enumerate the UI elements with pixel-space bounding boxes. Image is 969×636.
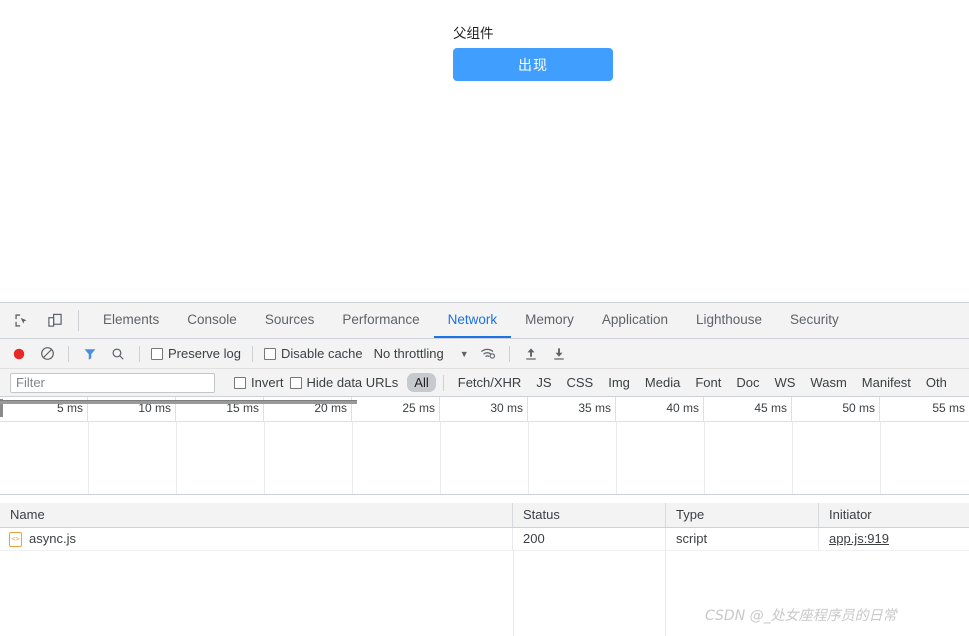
type-filter-all[interactable]: All [407, 373, 436, 392]
devtools-tool-icons [0, 303, 74, 338]
toolbar-separator [68, 345, 69, 362]
tab-lighthouse[interactable]: Lighthouse [682, 303, 776, 338]
devtools-tabs: Elements Console Sources Performance Net… [89, 303, 853, 338]
ruler-tick: 45 ms [704, 397, 792, 421]
chevron-down-icon: ▼ [459, 348, 469, 359]
type-filter-doc[interactable]: Doc [729, 373, 766, 392]
preserve-log-label: Preserve log [168, 346, 241, 361]
ruler-tick: 40 ms [616, 397, 704, 421]
ruler-tick-label: 30 ms [490, 401, 523, 415]
request-status: 200 [513, 528, 666, 550]
tab-console[interactable]: Console [173, 303, 251, 338]
ruler-tick: 55 ms [880, 397, 969, 421]
checkbox-box [151, 347, 163, 360]
throttling-value: No throttling [373, 346, 444, 361]
preserve-log-checkbox[interactable]: Preserve log [148, 346, 244, 361]
overview-gridlines [0, 421, 969, 494]
column-header-type[interactable]: Type [666, 503, 819, 527]
initiator-link[interactable]: app.js:919 [829, 531, 889, 546]
type-filter-font[interactable]: Font [688, 373, 728, 392]
toolbar-separator-3 [251, 345, 253, 362]
tab-sources[interactable]: Sources [251, 303, 329, 338]
ruler-tick-label: 35 ms [578, 401, 611, 415]
device-toolbar-icon[interactable] [42, 308, 68, 334]
script-file-icon: <> [9, 531, 22, 547]
network-overview[interactable]: 5 ms 10 ms 15 ms 20 ms 25 ms 30 ms 35 ms… [0, 397, 969, 495]
invert-checkbox[interactable]: Invert [231, 375, 287, 390]
clear-button[interactable] [34, 342, 60, 366]
ruler-tick-label: 55 ms [932, 401, 965, 415]
type-filter-manifest[interactable]: Manifest [855, 373, 918, 392]
ruler-tick: 35 ms [528, 397, 616, 421]
appear-button[interactable]: 出现 [453, 48, 613, 81]
request-initiator-cell: app.js:919 [819, 528, 969, 550]
filter-input[interactable] [10, 372, 215, 393]
devtools-tabstrip: Elements Console Sources Performance Net… [0, 303, 969, 339]
requests-empty-area [513, 550, 666, 636]
request-name: async.js [29, 531, 76, 546]
type-filter-css[interactable]: CSS [560, 373, 601, 392]
import-har-icon[interactable] [518, 342, 544, 366]
checkbox-box [263, 347, 276, 360]
ruler-tick-label: 50 ms [842, 401, 875, 415]
type-filter-js[interactable]: JS [529, 373, 558, 392]
export-har-icon[interactable] [546, 342, 572, 366]
disable-cache-label: Disable cache [280, 346, 363, 361]
type-filter-other[interactable]: Oth [919, 373, 954, 392]
type-filter-wasm[interactable]: Wasm [803, 373, 853, 392]
toolbar-separator-4 [508, 345, 510, 362]
tab-elements[interactable]: Elements [89, 303, 173, 338]
filter-row: Invert Hide data URLs All Fetch/XHR JS C… [0, 369, 969, 397]
tab-memory[interactable]: Memory [511, 303, 588, 338]
type-filter-ws[interactable]: WS [767, 373, 802, 392]
ruler-tick: 50 ms [792, 397, 880, 421]
toolbar-divider [78, 310, 79, 331]
request-name-cell: <> async.js [0, 528, 513, 550]
ruler-tick-label: 40 ms [666, 401, 699, 415]
ruler-tick-label: 45 ms [754, 401, 787, 415]
ruler-tick: 25 ms [352, 397, 440, 421]
request-type: script [666, 528, 819, 550]
table-row[interactable]: <> async.js 200 script app.js:919 [0, 528, 969, 551]
disable-cache-checkbox[interactable]: Disable cache [261, 346, 366, 361]
hide-data-urls-label: Hide data URLs [306, 375, 399, 390]
filter-button[interactable] [77, 342, 103, 366]
network-conditions-icon[interactable] [475, 342, 501, 366]
checkbox-box [234, 376, 246, 389]
network-toolbar: Preserve log Disable cache No throttling… [0, 339, 969, 369]
ruler-tick: 30 ms [440, 397, 528, 421]
type-separator [442, 374, 444, 391]
invert-label: Invert [251, 375, 284, 390]
column-header-status[interactable]: Status [513, 503, 666, 527]
tab-security[interactable]: Security [776, 303, 853, 338]
requests-table: Name Status Type Initiator <> async.js 2… [0, 503, 969, 636]
tab-application[interactable]: Application [588, 303, 682, 338]
inspect-element-icon[interactable] [8, 308, 34, 334]
requests-table-header: Name Status Type Initiator [0, 503, 969, 528]
checkbox-box [289, 376, 302, 389]
type-filter-media[interactable]: Media [638, 373, 687, 392]
throttling-select[interactable]: No throttling ▼ [368, 346, 473, 361]
page-load-bar [0, 400, 357, 404]
column-header-initiator[interactable]: Initiator [819, 503, 969, 527]
record-button[interactable] [6, 342, 32, 366]
tab-performance[interactable]: Performance [328, 303, 433, 338]
parent-component-label: 父组件 [453, 26, 494, 42]
search-button[interactable] [105, 342, 131, 366]
page-viewport: 父组件 出现 [0, 0, 969, 303]
resource-type-filters: All Fetch/XHR JS CSS Img Media Font Doc … [407, 373, 954, 392]
type-filter-img[interactable]: Img [601, 373, 637, 392]
toolbar-separator-2 [139, 345, 140, 362]
tab-network[interactable]: Network [433, 303, 512, 338]
type-filter-fetch-xhr[interactable]: Fetch/XHR [451, 373, 529, 392]
ruler-tick-label: 25 ms [402, 401, 435, 415]
devtools-panel: Elements Console Sources Performance Net… [0, 303, 969, 636]
column-header-name[interactable]: Name [0, 503, 513, 527]
hide-data-urls-checkbox[interactable]: Hide data URLs [287, 375, 402, 390]
